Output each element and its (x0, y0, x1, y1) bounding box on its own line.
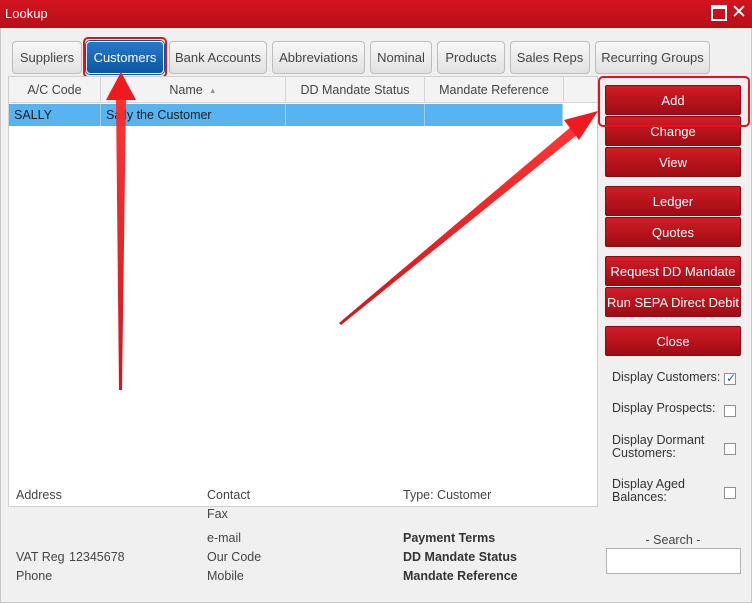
mobile-label: Mobile (207, 569, 244, 583)
display-dormant-label-line2: Customers: (612, 446, 676, 460)
vat-reg-value: 12345678 (69, 550, 125, 564)
phone-label: Phone (16, 569, 53, 583)
contact-label: Contact (207, 488, 251, 502)
payment-terms-label: Payment Terms (403, 531, 496, 545)
ledger-button[interactable]: Ledger (605, 186, 741, 216)
address-label: Address (16, 488, 62, 502)
tab-recurring-groups[interactable]: Recurring Groups (595, 41, 710, 74)
search-label: - Search - (645, 533, 701, 547)
mandate-reference-label: Mandate Reference (403, 569, 518, 583)
tab-abbreviations[interactable]: Abbreviations (272, 41, 365, 74)
display-customers-label: Display Customers: (612, 370, 721, 384)
title-bar: Lookup ✕ (0, 0, 752, 28)
column-header-dd-mandate-status[interactable]: DD Mandate Status (286, 77, 425, 103)
display-aged-checkbox[interactable] (724, 487, 736, 499)
table-row[interactable]: SALLY Sally the Customer (9, 104, 563, 126)
tab-sales-reps[interactable]: Sales Reps (510, 41, 590, 74)
customer-grid[interactable]: A/C Code Name ▲ DD Mandate Status Mandate… (8, 76, 598, 507)
cell-dd-status (286, 104, 425, 126)
request-dd-mandate-button[interactable]: Request DD Mandate (605, 256, 741, 286)
display-aged-label: Display Aged Balances: (612, 478, 685, 504)
add-button-annotation (598, 76, 750, 127)
lookup-window-body: Suppliers Customers Bank Accounts Abbrev… (0, 28, 752, 603)
tab-nominal[interactable]: Nominal (370, 41, 432, 74)
customers-tab-annotation (83, 37, 167, 78)
grid-header: A/C Code Name ▲ DD Mandate Status Mandate… (9, 77, 597, 103)
quotes-button[interactable]: Quotes (605, 217, 741, 247)
display-dormant-checkbox[interactable] (724, 443, 736, 455)
view-button[interactable]: View (605, 147, 741, 177)
search-input[interactable] (606, 548, 741, 574)
column-header-ac-code[interactable]: A/C Code (9, 77, 101, 103)
tab-products[interactable]: Products (437, 41, 505, 74)
tab-suppliers[interactable]: Suppliers (12, 41, 82, 74)
display-prospects-checkbox[interactable] (724, 405, 736, 417)
maximize-icon[interactable] (711, 5, 727, 21)
dd-mandate-status-label: DD Mandate Status (403, 550, 517, 564)
cell-ac-code: SALLY (9, 104, 101, 126)
type-label: Type: Customer (403, 488, 492, 502)
display-dormant-label: Display Dormant Customers: (612, 434, 704, 460)
tab-bank-accounts[interactable]: Bank Accounts (169, 41, 267, 74)
column-header-name-label: Name (169, 83, 203, 97)
display-aged-label-line2: Balances: (612, 490, 667, 504)
fax-label: Fax (207, 507, 228, 521)
window-title: Lookup (5, 6, 48, 21)
run-sepa-direct-debit-button[interactable]: Run SEPA Direct Debit (605, 287, 741, 317)
column-header-mandate-reference[interactable]: Mandate Reference (425, 77, 564, 103)
column-header-name[interactable]: Name ▲ (101, 77, 286, 103)
close-button[interactable]: Close (605, 326, 741, 356)
vat-reg-label: VAT Reg (16, 550, 65, 564)
display-prospects-label: Display Prospects: (612, 401, 716, 415)
email-label: e-mail (207, 531, 242, 545)
our-code-label: Our Code (207, 550, 262, 564)
cell-name: Sally the Customer (101, 104, 286, 126)
close-icon[interactable]: ✕ (731, 3, 747, 22)
sort-asc-icon: ▲ (208, 85, 217, 95)
display-customers-checkbox[interactable] (724, 371, 736, 385)
cell-mandate-ref (425, 104, 563, 126)
